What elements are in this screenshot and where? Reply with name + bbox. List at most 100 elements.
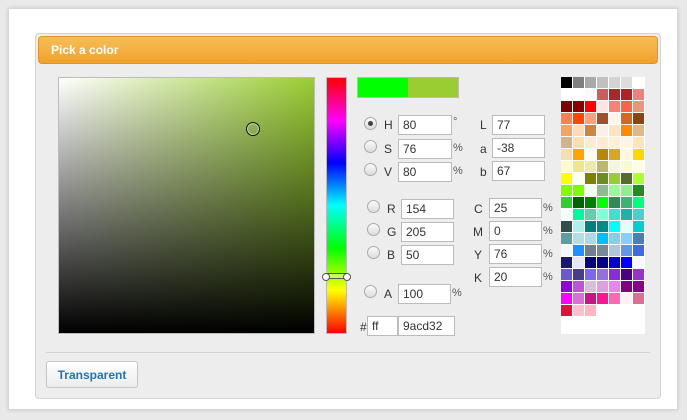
palette-swatch[interactable]: [597, 257, 609, 269]
palette-swatch[interactable]: [597, 245, 609, 257]
palette-swatch[interactable]: [573, 209, 585, 221]
a-input[interactable]: -38: [492, 138, 545, 158]
palette-swatch[interactable]: [609, 197, 621, 209]
palette-swatch[interactable]: [597, 89, 609, 101]
palette-swatch[interactable]: [597, 197, 609, 209]
palette-swatch[interactable]: [561, 221, 573, 233]
palette-swatch[interactable]: [609, 269, 621, 281]
palette-swatch[interactable]: [573, 137, 585, 149]
palette-swatch[interactable]: [597, 137, 609, 149]
palette-swatch[interactable]: [597, 113, 609, 125]
palette-swatch[interactable]: [609, 221, 621, 233]
palette-swatch[interactable]: [609, 137, 621, 149]
palette-swatch[interactable]: [633, 245, 645, 257]
palette-swatch[interactable]: [609, 281, 621, 293]
palette-swatch[interactable]: [609, 125, 621, 137]
g-input[interactable]: 205: [401, 222, 454, 242]
k-input[interactable]: 20: [489, 267, 542, 287]
palette-swatch[interactable]: [609, 149, 621, 161]
palette-swatch[interactable]: [561, 149, 573, 161]
palette-swatch[interactable]: [621, 77, 633, 89]
c-input[interactable]: 25: [489, 198, 542, 218]
palette-swatch[interactable]: [573, 269, 585, 281]
palette-swatch[interactable]: [561, 89, 573, 101]
palette-swatch[interactable]: [597, 101, 609, 113]
palette-swatch[interactable]: [573, 113, 585, 125]
palette-swatch[interactable]: [561, 269, 573, 281]
palette-swatch[interactable]: [573, 125, 585, 137]
palette-swatch[interactable]: [609, 209, 621, 221]
palette-swatch[interactable]: [633, 233, 645, 245]
palette-swatch[interactable]: [561, 137, 573, 149]
palette-swatch[interactable]: [573, 197, 585, 209]
previous-color-swatch[interactable]: [358, 78, 408, 97]
palette-swatch[interactable]: [633, 149, 645, 161]
palette-swatch[interactable]: [597, 161, 609, 173]
palette-swatch[interactable]: [573, 149, 585, 161]
palette-swatch[interactable]: [573, 233, 585, 245]
b-lab-input[interactable]: 67: [492, 161, 545, 181]
palette-swatch[interactable]: [609, 293, 621, 305]
r-input[interactable]: 154: [401, 199, 454, 219]
palette-swatch[interactable]: [633, 269, 645, 281]
palette-swatch[interactable]: [585, 173, 597, 185]
palette-swatch[interactable]: [561, 173, 573, 185]
b-rgb-radio[interactable]: [367, 246, 380, 259]
palette-swatch[interactable]: [573, 173, 585, 185]
palette-swatch[interactable]: [585, 197, 597, 209]
palette-swatch[interactable]: [585, 257, 597, 269]
palette-swatch[interactable]: [621, 161, 633, 173]
l-input[interactable]: 77: [492, 115, 545, 135]
palette-swatch[interactable]: [561, 197, 573, 209]
palette-swatch[interactable]: [633, 197, 645, 209]
palette-swatch[interactable]: [597, 269, 609, 281]
palette-swatch[interactable]: [609, 257, 621, 269]
palette-swatch[interactable]: [609, 173, 621, 185]
palette-swatch[interactable]: [585, 245, 597, 257]
palette-swatch[interactable]: [561, 209, 573, 221]
palette-swatch[interactable]: [621, 101, 633, 113]
y-input[interactable]: 76: [489, 244, 542, 264]
sv-cursor[interactable]: [246, 122, 260, 136]
palette-swatch[interactable]: [633, 137, 645, 149]
palette-swatch[interactable]: [633, 281, 645, 293]
v-input[interactable]: 80: [398, 162, 452, 182]
hue-slider-handle[interactable]: [322, 273, 351, 282]
palette-swatch[interactable]: [585, 77, 597, 89]
palette-swatch[interactable]: [585, 185, 597, 197]
palette-swatch[interactable]: [597, 77, 609, 89]
palette-swatch[interactable]: [585, 221, 597, 233]
palette-swatch[interactable]: [621, 281, 633, 293]
palette-swatch[interactable]: [561, 101, 573, 113]
s-radio[interactable]: [364, 140, 377, 153]
palette-swatch[interactable]: [561, 125, 573, 137]
r-radio[interactable]: [367, 200, 380, 213]
b-rgb-input[interactable]: 50: [401, 245, 454, 265]
palette-swatch[interactable]: [633, 209, 645, 221]
palette-swatch[interactable]: [621, 173, 633, 185]
palette-swatch[interactable]: [561, 161, 573, 173]
palette-swatch[interactable]: [633, 173, 645, 185]
palette-swatch[interactable]: [585, 149, 597, 161]
palette-swatch[interactable]: [561, 113, 573, 125]
palette-swatch[interactable]: [621, 257, 633, 269]
hue-slider[interactable]: [322, 77, 351, 334]
palette-swatch[interactable]: [621, 245, 633, 257]
palette-swatch[interactable]: [621, 221, 633, 233]
saturation-value-area[interactable]: [58, 77, 315, 334]
transparent-button[interactable]: Transparent: [46, 361, 138, 388]
g-radio[interactable]: [367, 223, 380, 236]
palette-swatch[interactable]: [597, 149, 609, 161]
palette-swatch[interactable]: [561, 77, 573, 89]
palette-swatch[interactable]: [561, 305, 573, 317]
palette-swatch[interactable]: [585, 113, 597, 125]
palette-swatch[interactable]: [561, 281, 573, 293]
palette-swatch[interactable]: [633, 257, 645, 269]
palette-swatch[interactable]: [561, 293, 573, 305]
palette-swatch[interactable]: [597, 185, 609, 197]
palette-swatch[interactable]: [609, 89, 621, 101]
h-input[interactable]: 80: [398, 115, 452, 135]
a-radio[interactable]: [364, 285, 377, 298]
palette-swatch[interactable]: [633, 125, 645, 137]
palette-swatch[interactable]: [609, 245, 621, 257]
